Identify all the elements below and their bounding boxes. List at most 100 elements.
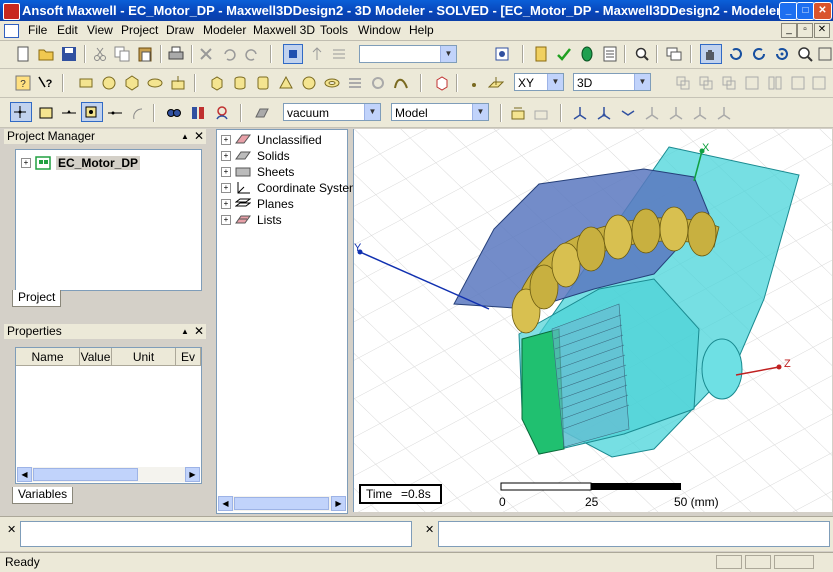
print-icon[interactable] <box>168 46 184 62</box>
scroll-right-icon[interactable]: ▶ <box>331 496 346 511</box>
expand-toggle[interactable]: + <box>221 183 231 193</box>
tree-item-solids[interactable]: Solids <box>257 149 290 163</box>
tab-project[interactable]: Project <box>12 290 62 307</box>
scroll-left-icon[interactable]: ◀ <box>218 496 233 511</box>
draw-bondwire-icon[interactable] <box>393 75 409 91</box>
cut-icon[interactable] <box>92 46 108 62</box>
draw-polygon-icon[interactable] <box>124 75 140 91</box>
close-button[interactable]: ✕ <box>813 2 832 20</box>
material-icon[interactable] <box>190 105 206 121</box>
object-attr-icon[interactable] <box>254 105 270 121</box>
point-icon[interactable] <box>466 75 482 91</box>
draw-region-box-icon[interactable] <box>434 75 450 91</box>
unite-icon[interactable] <box>675 75 691 91</box>
expand-toggle[interactable]: + <box>221 167 231 177</box>
column-header-unit[interactable]: Unit <box>112 348 176 366</box>
snap-center-button[interactable] <box>81 102 103 122</box>
material-select[interactable]: vacuum ▼ <box>283 103 381 121</box>
menu-help[interactable]: Help <box>409 23 434 38</box>
group-icon[interactable] <box>510 105 526 121</box>
draw-box-icon[interactable] <box>209 75 225 91</box>
results-icon[interactable] <box>602 46 618 62</box>
windows-icon[interactable] <box>666 46 682 62</box>
progress-pane[interactable] <box>438 521 830 547</box>
help-pointer-icon[interactable]: ? <box>15 75 31 91</box>
measure-icon[interactable] <box>166 105 182 121</box>
scroll-right-icon[interactable]: ▶ <box>185 467 200 482</box>
expand-toggle[interactable]: + <box>221 215 231 225</box>
snap-arc-icon[interactable] <box>130 105 146 121</box>
cs-face-icon[interactable] <box>596 105 612 121</box>
draw-helix-icon[interactable] <box>347 75 363 91</box>
delete-icon[interactable] <box>198 46 214 62</box>
validate-icon[interactable] <box>556 46 572 62</box>
orient-icon[interactable] <box>774 46 790 62</box>
column-header-name[interactable]: Name <box>16 348 80 366</box>
toolbar-empty-combo[interactable]: ▼ <box>359 45 457 63</box>
menu-tools[interactable]: Tools <box>320 23 348 38</box>
menu-window[interactable]: Window <box>358 23 401 38</box>
tree-item-lists[interactable]: Lists <box>257 213 282 227</box>
draw-sphere-icon[interactable] <box>301 75 317 91</box>
expand-toggle[interactable]: + <box>221 151 231 161</box>
subtract-icon[interactable] <box>698 75 714 91</box>
copy-icon[interactable] <box>114 46 130 62</box>
separate-icon[interactable] <box>767 75 783 91</box>
panel-close-icon[interactable]: ✕ <box>194 324 204 339</box>
menu-modeler[interactable]: Modeler <box>203 23 246 38</box>
cs-set-work-icon[interactable] <box>716 105 732 121</box>
document-icon[interactable] <box>4 24 19 38</box>
cs-offset-icon[interactable] <box>620 105 636 121</box>
draw-ellipse-icon[interactable] <box>147 75 163 91</box>
project-name[interactable]: EC_Motor_DP <box>56 156 141 170</box>
cs-global-icon[interactable] <box>692 105 708 121</box>
mdi-restore-button[interactable]: ▫ <box>797 23 813 38</box>
ungroup-icon[interactable] <box>533 105 549 121</box>
tree-item-sheets[interactable]: Sheets <box>257 165 294 179</box>
model-tree-scrollbar[interactable]: ◀ ▶ <box>218 496 346 511</box>
undo-icon[interactable] <box>221 46 237 62</box>
tree-item-coordinate-system[interactable]: Coordinate System <box>257 181 359 195</box>
menu-maxwell3d[interactable]: Maxwell 3D <box>253 23 315 38</box>
model-select[interactable]: Model ▼ <box>391 103 489 121</box>
draw-rectangle-icon[interactable] <box>78 75 94 91</box>
panel-autohide-icon[interactable]: ▲ <box>181 324 189 339</box>
snap-midpoint-icon[interactable] <box>61 105 77 121</box>
rotate-icon[interactable] <box>728 46 744 62</box>
coordinate-user-icon[interactable] <box>214 105 230 121</box>
analyze-icon[interactable] <box>579 46 595 62</box>
expand-toggle[interactable]: + <box>221 135 231 145</box>
draw-cone-icon[interactable] <box>278 75 294 91</box>
arrange-up-icon[interactable] <box>309 46 325 62</box>
rotate-local-icon[interactable] <box>751 46 767 62</box>
scroll-thumb[interactable] <box>234 497 329 510</box>
tree-item-unclassified[interactable]: Unclassified <box>257 133 322 147</box>
arrange-icon[interactable] <box>331 46 347 62</box>
select-mode-button[interactable] <box>283 44 303 64</box>
fit-icon[interactable] <box>817 46 833 62</box>
menu-view[interactable]: View <box>87 23 113 38</box>
tree-item-planes[interactable]: Planes <box>257 197 294 211</box>
menu-file[interactable]: File <box>28 23 47 38</box>
expand-toggle[interactable]: + <box>221 199 231 209</box>
sweep-icon[interactable] <box>790 75 806 91</box>
scroll-left-icon[interactable]: ◀ <box>17 467 32 482</box>
paste-icon[interactable] <box>137 46 153 62</box>
cs-both-icon[interactable] <box>668 105 684 121</box>
intersect-icon[interactable] <box>721 75 737 91</box>
3d-viewport[interactable]: X Y Z 0 25 50 (mm) Time =0.8s <box>353 129 832 512</box>
snap-edge-icon[interactable] <box>38 105 54 121</box>
column-header-value[interactable]: Value <box>80 348 112 366</box>
context-help-icon[interactable]: ? <box>37 75 53 91</box>
menu-edit[interactable]: Edit <box>57 23 78 38</box>
properties-scrollbar[interactable]: ◀ ▶ <box>17 467 200 482</box>
snap-quadrant-icon[interactable] <box>107 105 123 121</box>
mdi-close-button[interactable]: ✕ <box>814 23 830 38</box>
draw-region-icon[interactable] <box>170 75 186 91</box>
open-folder-icon[interactable] <box>38 46 54 62</box>
connect-icon[interactable] <box>811 75 827 91</box>
draw-torus-icon[interactable] <box>324 75 340 91</box>
pan-button[interactable] <box>700 44 722 64</box>
zoom-area-icon[interactable] <box>634 46 650 62</box>
message-close-icon[interactable]: ✕ <box>7 523 16 536</box>
